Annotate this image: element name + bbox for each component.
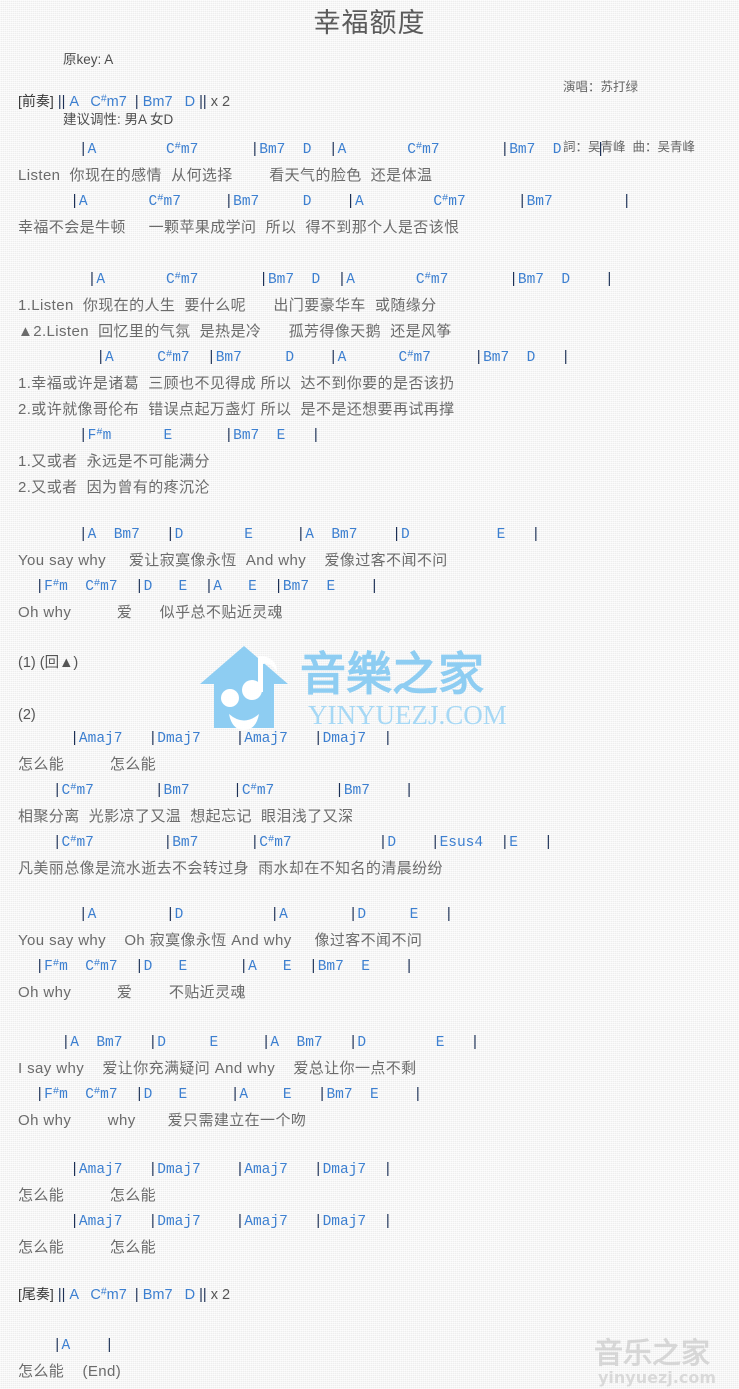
lyric-line: 凡美丽总像是流水逝去不会转过身 雨水却在不知名的清晨纷纷 [18, 860, 443, 877]
lyric-line: 怎么能 (End) [18, 1363, 122, 1380]
lyric-line: 2.或许就像哥伦布 错误点起万盏灯 所以 是不是还想要再试再撑 [18, 401, 455, 418]
lyric-line: Oh why 爱 似乎总不贴近灵魂 [18, 604, 283, 621]
original-key: 原key: A [63, 52, 114, 67]
lyric-line: I say why 爱让你充满疑问 And why 爱总让你一点不剩 [18, 1060, 417, 1077]
section-chorus-3: |A Bm7 |D E |A Bm7 |D E | I say why 爱让你充满… [0, 1030, 739, 1134]
section-verse-3: |Amaj7 |Dmaj7 |Amaj7 |Dmaj7 | 怎么能 怎么能 |C#… [0, 726, 739, 882]
chord-line: |A |D |A |D E | [78, 907, 454, 923]
section-label-line: [尾奏] || A C#m7 | Bm7 D || x 2 [18, 1286, 231, 1303]
chord-line: |A C#m7 |Bm7 D |A C#m7 |Bm7 D | [78, 140, 605, 158]
lyric-line: 1.又或者 永远是不可能满分 [18, 453, 210, 470]
section-repeat-markers: (1) (回▲) (2) [0, 650, 739, 728]
chord-line: |Amaj7 |Dmaj7 |Amaj7 |Dmaj7 | [70, 1214, 393, 1230]
section-label-line: (1) (回▲) [18, 655, 79, 671]
chord-line: |C#m7 |Bm7 |C#m7 |Bm7 | [52, 781, 414, 799]
section-chorus-2: |A |D |A |D E | You say why Oh 寂寞像永恆 And … [0, 902, 739, 1006]
section-verse-1: |A C#m7 |Bm7 D |A C#m7 |Bm7 D | Listen 你现… [0, 137, 739, 241]
section-label-line [0, 676, 739, 702]
chord-line: |A C#m7 |Bm7 D |A C#m7 |Bm7 D | [87, 270, 614, 288]
chord-line: |A Bm7 |D E |A Bm7 |D E | [61, 1035, 480, 1051]
lyric-line: 怎么能 怎么能 [18, 1187, 157, 1204]
section-chorus-1: |A Bm7 |D E |A Bm7 |D E | You say why 爱让寂… [0, 522, 739, 626]
lyric-line: You say why Oh 寂寞像永恆 And why 像过客不闻不问 [18, 932, 423, 949]
chord-line: |F#m E |Bm7 E | [78, 426, 321, 444]
lyric-line: 幸福不会是牛顿 一颗苹果成学问 所以 得不到那个人是否该恨 [18, 219, 460, 236]
section-intro: [前奏] || A C#m7 | Bm7 D || x 2 [0, 88, 739, 114]
chord-line: |A Bm7 |D E |A Bm7 |D E | [78, 527, 541, 543]
chord-line: |F#m C#m7 |D E |A E |Bm7 E | [35, 1085, 423, 1103]
lyric-line: 1.Listen 你现在的人生 要什么呢 出门要豪华车 或随缘分 [18, 297, 437, 314]
lyric-line: 相聚分离 光影凉了又温 想起忘记 眼泪浅了又深 [18, 808, 354, 825]
lyric-line: Oh why why 爱只需建立在一个吻 [18, 1112, 307, 1129]
chord-line: |C#m7 |Bm7 |C#m7 |D |Esus4 |E | [52, 833, 553, 851]
chord-sheet-page: 原key: A 建议调性: 男A 女D 幸福额度 演唱：苏打绿 詞：吴青峰 曲：… [0, 0, 739, 1389]
lyric-line: Listen 你现在的感情 从何选择 看天气的脸色 还是体温 [18, 167, 433, 184]
chord-line: |Amaj7 |Dmaj7 |Amaj7 |Dmaj7 | [70, 731, 393, 747]
section-ending: |A | 怎么能 (End) [0, 1333, 739, 1385]
section-outro: [尾奏] || A C#m7 | Bm7 D || x 2 [0, 1281, 739, 1307]
lyric-line: You say why 爱让寂寞像永恆 And why 爱像过客不闻不问 [18, 552, 448, 569]
lyric-line: 怎么能 怎么能 [18, 1239, 157, 1256]
section-label-line: (2) [18, 707, 36, 723]
chord-line: |A C#m7 |Bm7 D |A C#m7 |Bm7 | [70, 192, 632, 210]
song-title: 幸福额度 [313, 8, 426, 38]
lyric-line: 2.又或者 因为曾有的疼沉沦 [18, 479, 210, 496]
chord-line: |F#m C#m7 |D E |A E |Bm7 E | [35, 957, 414, 975]
chord-line: |A | [52, 1338, 114, 1354]
chord-line: |Amaj7 |Dmaj7 |Amaj7 |Dmaj7 | [70, 1162, 393, 1178]
chord-line: |A C#m7 |Bm7 D |A C#m7 |Bm7 D | [96, 348, 571, 366]
lyric-line: Oh why 爱 不贴近灵魂 [18, 984, 246, 1001]
section-verse-2: |A C#m7 |Bm7 D |A C#m7 |Bm7 D | 1.Listen … [0, 267, 739, 501]
lyric-line: ▲2.Listen 回忆里的气氛 是热是冷 孤芳得像天鹅 还是风筝 [18, 323, 452, 340]
lyric-line: 怎么能 怎么能 [18, 756, 157, 773]
section-label-line: [前奏] || A C#m7 | Bm7 D || x 2 [18, 93, 231, 110]
chord-line: |F#m C#m7 |D E |A E |Bm7 E | [35, 577, 379, 595]
section-outro-verse: |Amaj7 |Dmaj7 |Amaj7 |Dmaj7 | 怎么能 怎么能 |Am… [0, 1157, 739, 1261]
lyric-line: 1.幸福或许是诸葛 三顾也不见得成 所以 达不到你要的是否该扔 [18, 375, 455, 392]
